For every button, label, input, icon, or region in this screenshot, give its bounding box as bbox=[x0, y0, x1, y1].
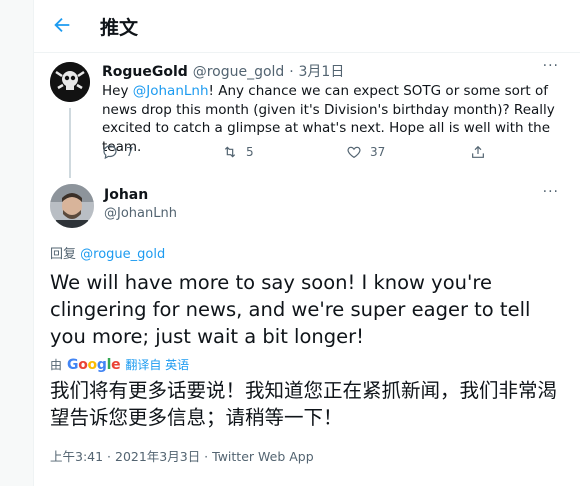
like-count: 37 bbox=[370, 145, 386, 159]
author-name[interactable]: RogueGold bbox=[102, 64, 188, 80]
more-options-icon[interactable]: ··· bbox=[543, 184, 559, 200]
parent-author-line: RogueGold @rogue_gold · 3月1日 bbox=[102, 61, 344, 81]
share-icon bbox=[472, 145, 484, 158]
retweet-icon bbox=[224, 146, 236, 158]
heart-icon bbox=[347, 146, 361, 159]
mention-link[interactable]: @JohanLnh bbox=[133, 83, 209, 99]
share-button[interactable] bbox=[470, 144, 486, 160]
google-logo-o2: o bbox=[87, 356, 98, 373]
retweet-count: 5 bbox=[246, 145, 254, 159]
tweet-date[interactable]: 3月1日 bbox=[299, 64, 345, 80]
google-logo[interactable]: Google bbox=[67, 356, 121, 373]
retweet-button[interactable]: 5 bbox=[222, 144, 254, 160]
google-logo-g2: g bbox=[96, 356, 107, 373]
thread-line bbox=[69, 108, 71, 178]
tweet-actions: 7 5 37 bbox=[102, 144, 502, 162]
google-logo-o1: o bbox=[78, 356, 88, 373]
reply-button[interactable]: 7 bbox=[102, 144, 134, 160]
header: 推文 bbox=[34, 0, 580, 53]
translated-by-label: 由 bbox=[50, 358, 63, 372]
reply-count: 7 bbox=[126, 145, 134, 159]
avatar[interactable] bbox=[50, 62, 90, 102]
like-button[interactable]: 37 bbox=[346, 144, 385, 160]
tweet-text: We will have more to say soon! I know yo… bbox=[50, 271, 531, 348]
translated-from-link[interactable]: 翻译自 英语 bbox=[125, 356, 189, 373]
author-handle[interactable]: @rogue_gold bbox=[193, 64, 285, 80]
arrow-left-icon[interactable] bbox=[50, 14, 74, 38]
avatar[interactable] bbox=[50, 184, 94, 228]
reply-prefix: 回复 bbox=[50, 247, 81, 262]
reply-icon bbox=[103, 145, 117, 160]
translation-attribution: 由 Google 翻译自 英语 bbox=[50, 356, 189, 373]
tweet-detail-panel: 推文 RogueGold @rogue_gold · 3月1日 ··· Hey … bbox=[33, 0, 580, 486]
page-title: 推文 bbox=[100, 17, 139, 39]
reply-to-link[interactable]: @rogue_gold bbox=[80, 247, 165, 262]
text-prefix: Hey bbox=[102, 83, 133, 99]
author-handle[interactable]: @JohanLnh bbox=[104, 206, 177, 221]
translated-text: 我们将有更多话要说！我知道您正在紧抓新闻，我们非常渴望告诉您更多信息；请稍等一下… bbox=[50, 379, 558, 429]
google-logo-g: G bbox=[67, 356, 79, 373]
replying-to: 回复 @rogue_gold bbox=[50, 243, 165, 262]
tweet-meta[interactable]: 上午3:41 · 2021年3月3日 · Twitter Web App bbox=[50, 446, 314, 465]
dot-separator: · bbox=[289, 64, 294, 80]
author-name[interactable]: Johan bbox=[104, 187, 148, 203]
google-logo-e: e bbox=[111, 356, 121, 373]
more-options-icon[interactable]: ··· bbox=[543, 58, 559, 74]
